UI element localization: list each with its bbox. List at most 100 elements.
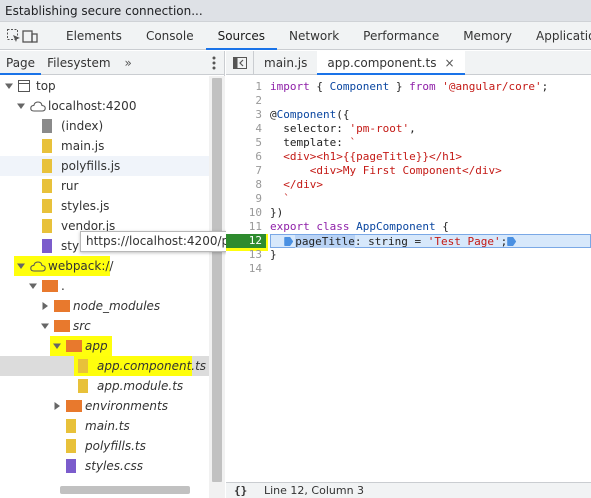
tree-item-app-component-ts[interactable]: app.component.ts xyxy=(0,356,209,376)
tree-horizontal-scrollbar[interactable] xyxy=(60,486,190,494)
collapsed-arrow-icon[interactable] xyxy=(41,302,49,310)
tab-sources[interactable]: Sources xyxy=(205,22,278,50)
tree-item-label: app xyxy=(85,339,108,353)
line-number[interactable]: 7 xyxy=(226,164,266,178)
tree-item-label: styles.css xyxy=(85,459,143,473)
expanded-arrow-icon[interactable] xyxy=(5,82,13,90)
code-line: }) xyxy=(270,206,284,219)
line-number[interactable]: 14 xyxy=(226,262,266,276)
tree-item-app[interactable]: app xyxy=(0,336,209,356)
devtools-tab-bar: Elements Console Sources Network Perform… xyxy=(0,22,591,50)
code-lines: import { Component } from '@angular/core… xyxy=(270,80,591,276)
tab-filesystem[interactable]: Filesystem xyxy=(41,51,116,75)
folder-icon xyxy=(54,300,70,312)
collapsed-arrow-icon[interactable] xyxy=(53,402,61,410)
scrollbar-thumb[interactable] xyxy=(212,78,222,482)
tree-item-top[interactable]: top xyxy=(0,76,209,96)
tab-application[interactable]: Application xyxy=(524,22,591,50)
line-number[interactable]: 8 xyxy=(226,178,266,192)
tree-item-label: main.js xyxy=(61,139,105,153)
line-number-gutter[interactable]: 1 2 3 4 5 6 7 8 9 10 11 12 13 14 xyxy=(226,80,266,276)
document-file-icon xyxy=(42,119,52,133)
line-number[interactable]: 6 xyxy=(226,150,266,164)
tab-network[interactable]: Network xyxy=(277,22,351,50)
editor-tab-bar: main.js app.component.ts × xyxy=(226,50,591,75)
code-view[interactable]: 1 2 3 4 5 6 7 8 9 10 11 12 13 14 import … xyxy=(226,76,591,482)
code-line: template: ` xyxy=(270,136,357,149)
script-file-icon xyxy=(78,359,88,373)
tab-console[interactable]: Console xyxy=(134,22,206,50)
line-number[interactable]: 4 xyxy=(226,122,266,136)
tree-item-label: src xyxy=(73,319,91,333)
expanded-arrow-icon[interactable] xyxy=(53,342,61,350)
line-number[interactable]: 9 xyxy=(226,192,266,206)
code-line: export class AppComponent { xyxy=(270,220,449,233)
code-line: ` xyxy=(270,192,290,205)
line-number[interactable]: 1 xyxy=(226,80,266,94)
toggle-navigator-icon[interactable] xyxy=(226,50,254,75)
tree-item-label: app.component.ts xyxy=(97,359,207,373)
editor-tab-label: main.js xyxy=(264,55,308,70)
more-tabs-button[interactable]: » xyxy=(117,51,140,75)
tree-item-main-js[interactable]: main.js xyxy=(0,136,209,156)
tree-item-label: node_modules xyxy=(73,299,161,313)
line-number[interactable]: 5 xyxy=(226,136,266,150)
tree-item-styles-js[interactable]: styles.js xyxy=(0,196,209,216)
line-number-breakpoint[interactable]: 12 xyxy=(226,234,266,248)
tree-item-environments[interactable]: environments xyxy=(0,396,209,416)
tree-item-src[interactable]: src xyxy=(0,316,209,336)
expanded-arrow-icon[interactable] xyxy=(41,322,49,330)
tree-item-localhost[interactable]: localhost:4200 xyxy=(0,96,209,116)
inspect-element-icon[interactable] xyxy=(6,22,22,50)
line-number[interactable]: 13 xyxy=(226,248,266,262)
line-number[interactable]: 10 xyxy=(226,206,266,220)
tree-item-styles-css-src[interactable]: styles.css xyxy=(0,456,209,476)
tree-item-label: main.ts xyxy=(85,419,130,433)
line-number[interactable]: 3 xyxy=(226,108,266,122)
editor-tab-main-js[interactable]: main.js xyxy=(254,51,317,75)
tab-memory[interactable]: Memory xyxy=(451,22,524,50)
code-line: </div> xyxy=(270,178,323,191)
tree-item-app-module-ts[interactable]: app.module.ts xyxy=(0,376,209,396)
tree-item-runtime-js[interactable]: rur xyxy=(0,176,209,196)
kebab-menu-icon[interactable] xyxy=(206,54,222,72)
tab-performance[interactable]: Performance xyxy=(351,22,451,50)
code-line-paused: pageTitle: string = 'Test Page'; xyxy=(270,234,591,248)
expanded-arrow-icon[interactable] xyxy=(17,262,25,270)
line-number[interactable]: 11 xyxy=(226,220,266,234)
folder-icon xyxy=(54,320,70,332)
close-tab-icon[interactable]: × xyxy=(444,56,454,70)
line-number[interactable]: 2 xyxy=(226,94,266,108)
device-toolbar-icon[interactable] xyxy=(22,22,38,50)
tree-item-webpack[interactable]: webpack:// xyxy=(0,256,209,276)
inline-breakpoint-icon[interactable] xyxy=(507,237,517,246)
tree-item-main-ts[interactable]: main.ts xyxy=(0,416,209,436)
stylesheet-file-icon xyxy=(42,239,52,253)
tree-item-polyfills-js[interactable]: polyfills.js xyxy=(0,156,209,176)
editor-footer: {} Line 12, Column 3 xyxy=(226,482,591,498)
editor-panel: main.js app.component.ts × 1 2 3 4 5 6 7 … xyxy=(226,50,591,498)
expanded-arrow-icon[interactable] xyxy=(29,282,37,290)
script-file-icon xyxy=(66,439,76,453)
tree-item-polyfills-ts[interactable]: polyfills.ts xyxy=(0,436,209,456)
tab-page[interactable]: Page xyxy=(0,51,42,75)
code-line: } xyxy=(270,248,277,261)
tree-item-index[interactable]: (index) xyxy=(0,116,209,136)
editor-tab-app-component-ts[interactable]: app.component.ts × xyxy=(317,50,465,75)
folder-icon xyxy=(66,340,82,352)
expanded-arrow-icon[interactable] xyxy=(17,102,25,110)
tree-item-label: . xyxy=(61,279,65,293)
script-file-icon xyxy=(42,159,52,173)
tree-item-node-modules[interactable]: node_modules xyxy=(0,296,209,316)
tree-item-dot[interactable]: . xyxy=(0,276,209,296)
cloud-icon xyxy=(30,101,46,112)
tree-item-label: rur xyxy=(61,179,79,193)
folder-icon xyxy=(66,400,82,412)
inline-breakpoint-icon[interactable] xyxy=(284,237,294,246)
tree-vertical-scrollbar[interactable] xyxy=(209,76,225,498)
cursor-position: Line 12, Column 3 xyxy=(264,484,365,497)
tab-elements[interactable]: Elements xyxy=(54,22,134,50)
pretty-print-button[interactable]: {} xyxy=(234,483,247,498)
code-line: <div>My First Component</div> xyxy=(270,164,502,177)
